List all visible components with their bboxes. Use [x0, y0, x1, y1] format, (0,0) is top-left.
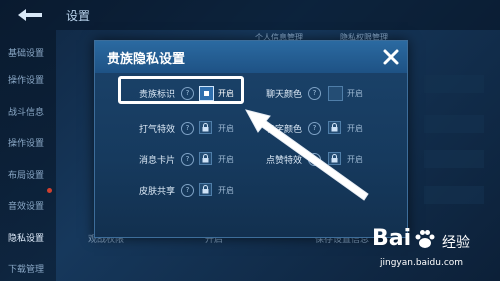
chat-color-state: 开启 [347, 89, 363, 98]
lock-icon [199, 152, 212, 165]
sidebar-item-download[interactable]: 下载管理 [8, 262, 44, 275]
notification-dot [47, 188, 52, 193]
lock-icon [328, 152, 341, 165]
question-icon[interactable]: ? [308, 153, 321, 166]
skin-share-state: 开启 [218, 186, 234, 195]
sidebar-item-operation[interactable]: 操作设置 [8, 136, 44, 149]
question-icon[interactable]: ? [308, 87, 321, 100]
message-card-state: 开启 [218, 155, 234, 164]
close-icon[interactable] [381, 47, 401, 67]
chat-color-checkbox[interactable] [328, 86, 343, 101]
sidebar-item-control[interactable]: 操作设置 [8, 73, 44, 86]
question-icon[interactable]: ? [181, 153, 194, 166]
bg-toggle-strip [424, 75, 484, 93]
sidebar-item-sound[interactable]: 音效设置 [8, 199, 44, 212]
lock-icon [199, 121, 212, 134]
page-title: 设置 [66, 9, 91, 23]
sidebar-item-layout[interactable]: 布局设置 [8, 168, 44, 181]
sidebar-item-privacy[interactable]: 隐私设置 [8, 231, 44, 244]
sidebar-item-basic[interactable]: 基础设置 [8, 46, 44, 59]
like-effect-state: 开启 [347, 155, 363, 164]
top-bar: 设置 [0, 0, 500, 30]
noble-privacy-dialog: 贵族隐私设置 贵族标识 ? 开启 聊天颜色 ? 开启 打气特效 ? 开启 名字颜… [94, 40, 408, 238]
sidebar-item-battle-info[interactable]: 战斗信息 [8, 105, 44, 118]
option-label-name-color: 名字颜色 [266, 125, 303, 135]
dialog-header: 贵族隐私设置 [95, 41, 407, 73]
baidu-paw-icon [415, 230, 435, 248]
lock-icon [199, 183, 212, 196]
dialog-title: 贵族隐私设置 [107, 52, 186, 67]
option-label-chat-color: 聊天颜色 [266, 90, 303, 100]
baidu-logo-text: Bai [372, 226, 412, 251]
question-icon[interactable]: ? [308, 122, 321, 135]
question-icon[interactable]: ? [181, 184, 194, 197]
cheer-effect-state: 开启 [218, 124, 234, 133]
back-arrow-icon[interactable] [12, 6, 46, 24]
baidu-url: jingyan.baidu.com [380, 258, 464, 268]
lock-icon [328, 121, 341, 134]
bg-toggle-strip [424, 115, 484, 133]
option-label-skin-share: 皮肤共享 [139, 187, 176, 197]
baidu-watermark: Bai 经验 jingyan.baidu.com [372, 226, 492, 276]
question-icon[interactable]: ? [181, 122, 194, 135]
highlight-box [118, 76, 244, 104]
name-color-state: 开启 [347, 124, 363, 133]
option-label-cheer-effect: 打气特效 [139, 125, 176, 135]
bg-toggle-strip [424, 186, 484, 204]
sidebar: 基础设置 操作设置 战斗信息 操作设置 布局设置 音效设置 隐私设置 下载管理 [0, 30, 56, 281]
bg-toggle-strip [424, 150, 484, 168]
option-label-like-effect: 点赞特效 [266, 156, 303, 166]
option-label-message-card: 消息卡片 [139, 156, 176, 166]
baidu-jingyan-text: 经验 [442, 235, 470, 251]
